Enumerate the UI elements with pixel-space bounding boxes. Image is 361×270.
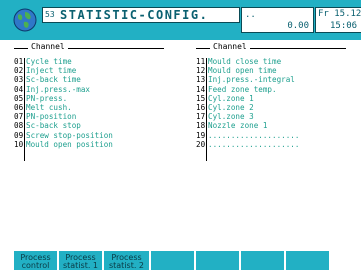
channel-number: 07 bbox=[14, 112, 24, 122]
softkey-4[interactable] bbox=[151, 251, 194, 270]
softkey-label bbox=[286, 251, 329, 254]
channel-label: Mould open time bbox=[208, 66, 277, 76]
channel-label: Cyl.zone 3 bbox=[208, 112, 254, 122]
channel-heading: Channel bbox=[210, 42, 250, 51]
channel-panel-left: Channel 01 Cycle time 02 Inject time 03 Sc-ba… bbox=[14, 42, 164, 161]
channel-label: Feed zone temp. bbox=[208, 84, 277, 94]
softkey-label bbox=[241, 251, 284, 254]
value-display: .. 0.00 bbox=[241, 7, 314, 33]
channel-row[interactable]: 02 Inject time bbox=[14, 66, 164, 75]
channel-row[interactable]: 07 PN-position bbox=[14, 112, 164, 121]
softkey-7[interactable] bbox=[286, 251, 329, 270]
channel-label: Inj.press.-max bbox=[26, 84, 91, 94]
channel-label: Mould close time bbox=[208, 57, 282, 66]
channel-row[interactable]: 08 Sc-back stop bbox=[14, 121, 164, 130]
channel-number: 11 bbox=[196, 57, 206, 66]
softkey-3[interactable]: Process statist. 2 bbox=[104, 251, 149, 270]
channel-number: 17 bbox=[196, 112, 206, 122]
channel-row[interactable]: 14 Feed zone temp. bbox=[196, 85, 346, 94]
value-readout: 0.00 bbox=[287, 21, 309, 31]
title-box: 53 STATISTIC-CONFIG. bbox=[42, 7, 240, 23]
channel-label: PN-press. bbox=[26, 93, 68, 103]
channel-number: 08 bbox=[14, 121, 24, 131]
date-readout: Fr 15.12.0 bbox=[318, 9, 361, 19]
channel-label: Inject time bbox=[26, 66, 77, 76]
channel-number: 02 bbox=[14, 66, 24, 76]
channel-number: 12 bbox=[196, 66, 206, 76]
channel-number: 18 bbox=[196, 121, 206, 131]
channel-number: 10 bbox=[14, 139, 24, 149]
channel-row[interactable]: 16 Cyl.zone 2 bbox=[196, 103, 346, 112]
channel-row[interactable]: 04 Inj.press.-max bbox=[14, 85, 164, 94]
channel-number: 19 bbox=[196, 130, 206, 140]
channel-label: Melt cush. bbox=[26, 103, 72, 112]
channel-label: Screw stop-position bbox=[26, 130, 113, 140]
channel-row[interactable]: 05 PN-press. bbox=[14, 94, 164, 103]
channel-label: Mould open position bbox=[26, 139, 113, 149]
channel-label: PN-position bbox=[26, 112, 77, 122]
softkey-label bbox=[196, 251, 239, 254]
channel-number: 14 bbox=[196, 84, 206, 94]
channel-row[interactable]: 09 Screw stop-position bbox=[14, 131, 164, 140]
channel-label: Sc-back stop bbox=[26, 121, 81, 131]
softkey-2[interactable]: Process statist. 1 bbox=[59, 251, 102, 270]
softkey-label: Process control bbox=[20, 253, 51, 270]
channel-row[interactable]: 13 Inj.press.-integral bbox=[196, 75, 346, 84]
header-bar: 53 STATISTIC-CONFIG. .. 0.00 Fr 15.12.0 … bbox=[0, 0, 361, 40]
channel-number: 01 bbox=[14, 57, 24, 66]
softkey-label bbox=[151, 251, 194, 254]
channel-panel-right: Channel 11 Mould close time 12 Mould open t… bbox=[196, 42, 346, 161]
channel-label: Cyl.zone 1 bbox=[208, 93, 254, 103]
channel-number: 16 bbox=[196, 103, 206, 112]
channel-number: 03 bbox=[14, 75, 24, 85]
channel-label: Cycle time bbox=[26, 57, 72, 66]
softkey-5[interactable] bbox=[196, 251, 239, 270]
page-number: 53 bbox=[45, 10, 55, 19]
channel-row[interactable]: 18 Nozzle zone 1 bbox=[196, 121, 346, 130]
channel-label: Sc-back time bbox=[26, 75, 81, 85]
channel-heading: Channel bbox=[28, 42, 68, 51]
channel-label: .................... bbox=[208, 139, 300, 149]
channel-number: 06 bbox=[14, 103, 24, 112]
channel-row[interactable]: 01 Cycle time bbox=[14, 57, 164, 66]
channel-row[interactable]: 15 Cyl.zone 1 bbox=[196, 94, 346, 103]
channel-number: 20 bbox=[196, 139, 206, 149]
softkey-6[interactable] bbox=[241, 251, 284, 270]
channel-number: 13 bbox=[196, 75, 206, 85]
channel-label: Inj.press.-integral bbox=[208, 75, 295, 85]
softkey-label: Process statist. 1 bbox=[62, 253, 99, 270]
value-dots: .. bbox=[245, 10, 256, 20]
channel-number: 09 bbox=[14, 130, 24, 140]
datetime-box: Fr 15.12.0 15:06 S bbox=[315, 7, 361, 33]
channel-row[interactable]: 20.................... bbox=[196, 140, 346, 149]
softkey-label: Process statist. 2 bbox=[108, 253, 145, 270]
channel-number: 15 bbox=[196, 93, 206, 103]
channel-label: .................... bbox=[208, 130, 300, 140]
page-title: STATISTIC-CONFIG. bbox=[60, 8, 209, 22]
channel-row[interactable]: 11 Mould close time bbox=[196, 57, 346, 66]
channel-row[interactable]: 03 Sc-back time bbox=[14, 75, 164, 84]
time-readout: 15:06 S bbox=[330, 21, 361, 31]
globe-icon bbox=[13, 8, 37, 32]
channel-row[interactable]: 12 Mould open time bbox=[196, 66, 346, 75]
channel-row[interactable]: 06 Melt cush. bbox=[14, 103, 164, 112]
softkey-1[interactable]: Process control bbox=[14, 251, 57, 270]
channel-row[interactable]: 17 Cyl.zone 3 bbox=[196, 112, 346, 121]
channel-number: 04 bbox=[14, 84, 24, 94]
channel-row[interactable]: 10 Mould open position bbox=[14, 140, 164, 149]
channel-label: Nozzle zone 1 bbox=[208, 121, 268, 131]
channel-row[interactable]: 19.................... bbox=[196, 131, 346, 140]
channel-number: 05 bbox=[14, 93, 24, 103]
channel-label: Cyl.zone 2 bbox=[208, 103, 254, 112]
